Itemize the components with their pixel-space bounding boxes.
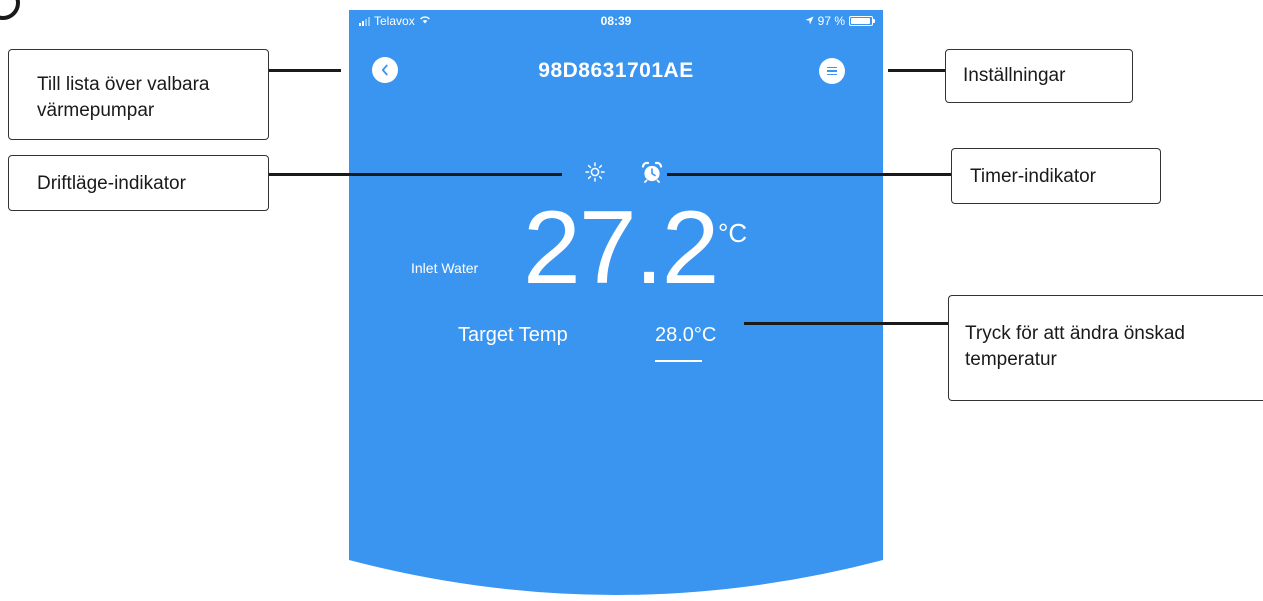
callout-target-text: Tryck för att ändra önskad temperatur xyxy=(965,323,1186,370)
settings-menu-button[interactable] xyxy=(819,58,845,84)
callout-back: Till lista över valbara värmepumpar xyxy=(8,49,269,140)
phone-screen: Telavox 08:39 97 % 98D8631701AE Inlet Wa… xyxy=(349,10,883,601)
leader-line-settings xyxy=(888,69,945,72)
callout-settings: Inställningar xyxy=(945,49,1133,103)
device-title: 98D8631701AE xyxy=(538,59,694,82)
location-arrow-icon xyxy=(805,14,814,28)
bottom-curve xyxy=(349,560,883,601)
alarm-clock-icon xyxy=(641,161,663,183)
status-bar: Telavox 08:39 97 % xyxy=(349,10,883,32)
inlet-temperature-value: 27.2 xyxy=(523,190,719,306)
battery-icon xyxy=(849,16,875,26)
status-time: 08:39 xyxy=(600,14,632,28)
callout-timer-text: Timer-indikator xyxy=(970,166,1096,187)
status-right: 97 % xyxy=(805,14,875,28)
inlet-temperature-unit: °C xyxy=(718,218,748,248)
leader-line-mode xyxy=(269,173,562,176)
callout-mode: Driftläge-indikator xyxy=(8,155,269,211)
callout-timer: Timer-indikator xyxy=(951,148,1161,204)
battery-percent: 97 % xyxy=(817,14,845,28)
callout-back-text: Till lista över valbara värmepumpar xyxy=(37,74,210,121)
callout-target: Tryck för att ändra önskad temperatur xyxy=(948,295,1263,401)
sun-icon xyxy=(585,162,605,182)
battery-fill xyxy=(851,18,871,24)
corner-fragment xyxy=(0,0,20,20)
target-temp-value[interactable]: 28.0°C xyxy=(655,324,716,347)
leader-line-back xyxy=(269,69,341,72)
target-temp-underline xyxy=(655,360,702,362)
leader-line-timer xyxy=(667,173,951,176)
leader-line-target xyxy=(744,322,948,325)
callout-mode-text: Driftläge-indikator xyxy=(37,173,186,194)
target-temp-label: Target Temp xyxy=(458,324,568,346)
menu-icon xyxy=(827,66,837,76)
inlet-water-label: Inlet Water xyxy=(411,260,479,276)
callout-settings-text: Inställningar xyxy=(963,65,1066,86)
